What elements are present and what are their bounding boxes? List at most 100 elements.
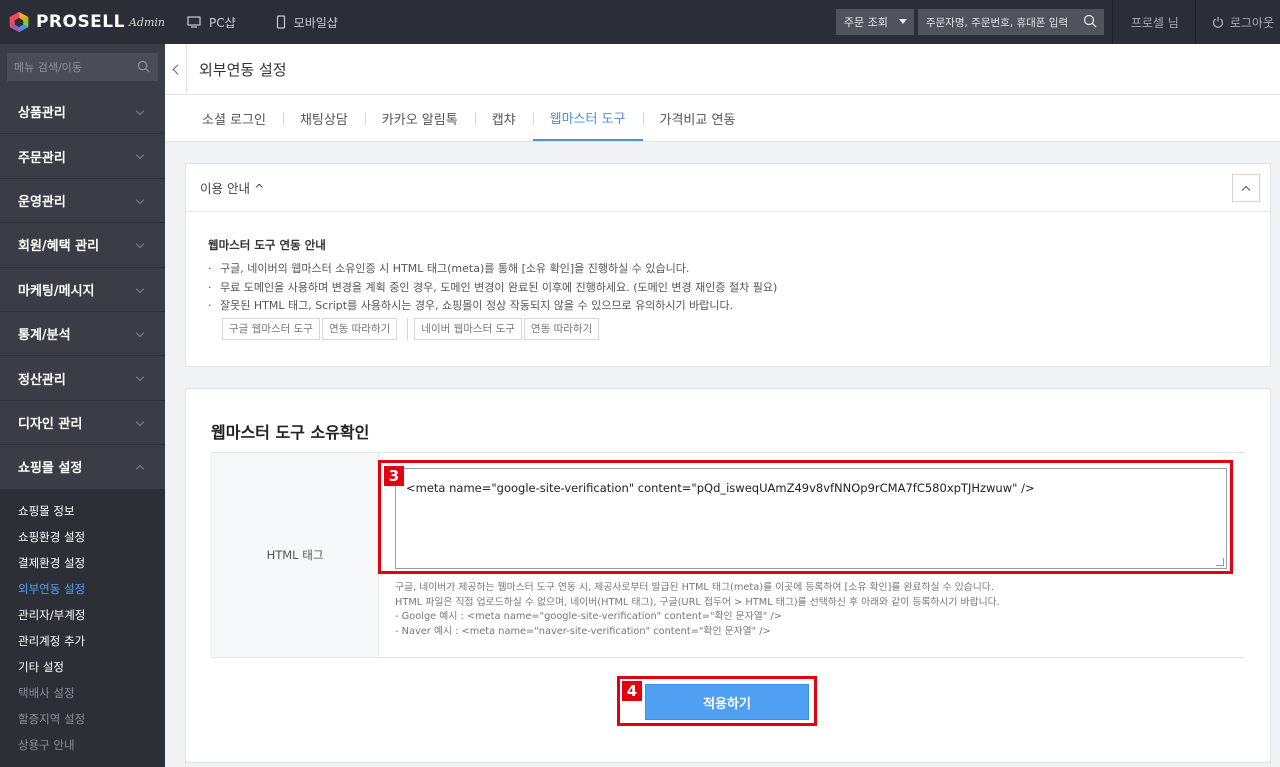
help-line: 구글, 네이버가 제공하는 웹마스터 도구 연동 시, 제공사로부터 발급된 H… bbox=[395, 582, 994, 593]
sidebar-item-products[interactable]: 상품관리 bbox=[0, 90, 165, 135]
sidebar-item-label: 마케팅/메시지 bbox=[18, 283, 95, 299]
guide-title: 웹마스터 도구 연동 안내 bbox=[208, 238, 326, 252]
logo[interactable]: PROSELL Admin bbox=[0, 0, 165, 44]
sidebar-item-label: 운영관리 bbox=[18, 194, 66, 210]
sub-menu: 쇼핑몰 정보 쇼핑환경 설정 결제환경 설정 외부연동 설정 관리자/부계정 관… bbox=[0, 489, 165, 767]
tab-webmaster[interactable]: 웹마스터 도구 bbox=[532, 95, 643, 141]
main-content: 외부연동 설정 소셜 로그인 채팅상담 카카오 알림톡 캡챠 웹마스터 도구 가… bbox=[165, 43, 1280, 767]
search-icon[interactable] bbox=[137, 60, 150, 73]
help-line: - Goolge 예시 : <meta name="google-site-ve… bbox=[395, 611, 782, 622]
sub-item-shop-info[interactable]: 쇼핑몰 정보 bbox=[0, 498, 165, 524]
guide-header-label: 이용 안내 ^ bbox=[200, 181, 265, 196]
guide-body: 웹마스터 도구 연동 안내 구글, 네이버의 웹마스터 소유인증 시 HTML … bbox=[186, 212, 1270, 340]
sidebar: 메뉴 검색/이동 상품관리 주문관리 운영관리 회원/혜택 관리 마케팅/메시지… bbox=[0, 44, 165, 767]
sidebar-item-label: 디자인 관리 bbox=[18, 416, 83, 432]
brand-sub: Admin bbox=[128, 15, 165, 29]
sidebar-item-label: 회원/혜택 관리 bbox=[18, 239, 100, 255]
naver-webmaster-button[interactable]: 네이버 웹마스터 도구 bbox=[414, 317, 522, 340]
guide-header[interactable]: 이용 안내 ^ bbox=[186, 164, 1270, 212]
guide-line: 잘못된 HTML 태그, Script를 사용하시는 경우, 쇼핑몰이 정상 작… bbox=[208, 297, 1270, 316]
top-nav: PC샵 모바일샵 bbox=[165, 0, 356, 44]
monitor-icon bbox=[187, 16, 201, 28]
search-icon[interactable] bbox=[1083, 14, 1097, 28]
order-lookup-select[interactable]: 주문 조회 bbox=[835, 9, 914, 35]
sidebar-item-orders[interactable]: 주문관리 bbox=[0, 134, 165, 179]
divider bbox=[407, 317, 409, 340]
guide-line: 무료 도메인을 사용하며 변경을 계획 중인 경우, 도메인 변경이 완료된 이… bbox=[208, 279, 1270, 298]
menu-search-input[interactable]: 메뉴 검색/이동 bbox=[7, 53, 158, 81]
chevron-down-icon bbox=[135, 106, 145, 116]
sub-item-misc[interactable]: 기타 설정 bbox=[0, 654, 165, 680]
mobile-icon bbox=[276, 15, 285, 29]
pc-shop-link[interactable]: PC샵 bbox=[187, 14, 236, 31]
sub-item-add-admin[interactable]: 관리계정 추가 bbox=[0, 628, 165, 654]
annotation-box-step-3 bbox=[378, 460, 1233, 574]
sub-item-admin-accounts[interactable]: 관리자/부계정 bbox=[0, 602, 165, 628]
sidebar-item-members[interactable]: 회원/혜택 관리 bbox=[0, 223, 165, 268]
brand-name: PROSELL bbox=[35, 12, 125, 32]
mobile-shop-link[interactable]: 모바일샵 bbox=[276, 14, 338, 31]
sidebar-item-label: 정산관리 bbox=[18, 372, 66, 388]
annotation-step-4: 4 bbox=[622, 681, 642, 701]
sidebar-item-label: 주문관리 bbox=[18, 150, 66, 166]
sidebar-item-label: 쇼핑몰 설정 bbox=[18, 461, 83, 477]
page-title: 외부연동 설정 bbox=[199, 60, 287, 79]
google-tutorial-button[interactable]: 연동 따라하기 bbox=[321, 317, 398, 340]
order-search-input[interactable]: 주문자명, 주문번호, 휴대폰 입력 bbox=[917, 9, 1104, 35]
section-title: 웹마스터 도구 소유확인 bbox=[211, 423, 370, 442]
chevron-left-icon bbox=[172, 64, 182, 74]
chevron-down-icon bbox=[135, 328, 145, 338]
guide-line: 구글, 네이버의 웹마스터 소유인증 시 HTML 태그(meta)를 통해 [… bbox=[208, 260, 1270, 279]
sub-item-phrases[interactable]: 상용구 안내 bbox=[0, 732, 165, 758]
guide-buttons: 구글 웹마스터 도구 연동 따라하기 네이버 웹마스터 도구 연동 따라하기 bbox=[222, 317, 1270, 340]
usage-guide-panel: 이용 안내 ^ 웹마스터 도구 연동 안내 구글, 네이버의 웹마스터 소유인증… bbox=[185, 163, 1271, 367]
chevron-down-icon bbox=[135, 417, 145, 426]
sub-item-external-integration[interactable]: 외부연동 설정 bbox=[0, 576, 165, 602]
chevron-down-icon bbox=[135, 151, 145, 160]
help-line: HTML 파일은 직접 업로드하실 수 없으며, 네이버(HTML 태그), 구… bbox=[395, 596, 1000, 608]
sub-item-courier[interactable]: 택배사 설정 bbox=[0, 680, 165, 706]
logout-label: 로그아웃 bbox=[1229, 15, 1274, 30]
chevron-down-icon bbox=[135, 239, 145, 249]
user-name[interactable]: 프로셀 님 bbox=[1113, 14, 1195, 31]
sidebar-item-settlement[interactable]: 정산관리 bbox=[0, 356, 165, 401]
top-right: 주문 조회 주문자명, 주문번호, 휴대폰 입력 프로셀 님 로그아웃 bbox=[835, 0, 1280, 44]
chevron-up-icon bbox=[1241, 185, 1251, 194]
order-select-value: 주문 조회 bbox=[843, 16, 888, 29]
sidebar-item-statistics[interactable]: 통계/분석 bbox=[0, 312, 165, 357]
collapse-guide-button[interactable] bbox=[1232, 174, 1260, 202]
pc-shop-label: PC샵 bbox=[209, 15, 236, 30]
logout-button[interactable]: 로그아웃 bbox=[1196, 14, 1280, 31]
naver-tutorial-button[interactable]: 연동 따라하기 bbox=[523, 317, 600, 340]
power-icon bbox=[1212, 16, 1223, 28]
tab-chat[interactable]: 채팅상담 bbox=[282, 95, 365, 141]
tab-captcha[interactable]: 캡챠 bbox=[474, 95, 533, 141]
sub-item-surcharge[interactable]: 할증지역 설정 bbox=[0, 706, 165, 732]
help-line: - Naver 예시 : <meta name="naver-site-veri… bbox=[395, 625, 771, 637]
top-bar: PROSELL Admin PC샵 모바일샵 주문 조회 주문자명, 주문번호,… bbox=[0, 0, 1280, 44]
sidebar-item-marketing[interactable]: 마케팅/메시지 bbox=[0, 268, 165, 312]
tab-kakao[interactable]: 카카오 알림톡 bbox=[364, 95, 475, 141]
sidebar-item-label: 상품관리 bbox=[18, 106, 66, 122]
collapse-sidebar-button[interactable] bbox=[165, 43, 187, 95]
annotation-step-3: 3 bbox=[384, 466, 404, 486]
tab-price-compare[interactable]: 가격비교 연동 bbox=[642, 95, 753, 141]
tab-bar: 소셜 로그인 채팅상담 카카오 알림톡 캡챠 웹마스터 도구 가격비교 연동 bbox=[165, 95, 1280, 142]
google-webmaster-button[interactable]: 구글 웹마스터 도구 bbox=[222, 317, 320, 340]
menu-search-placeholder: 메뉴 검색/이동 bbox=[14, 61, 82, 74]
tab-social-login[interactable]: 소셜 로그인 bbox=[187, 95, 283, 141]
annotation-box-step-4 bbox=[617, 676, 817, 726]
sidebar-item-design[interactable]: 디자인 관리 bbox=[0, 401, 165, 446]
mobile-shop-label: 모바일샵 bbox=[293, 15, 338, 30]
side-menu: 상품관리 주문관리 운영관리 회원/혜택 관리 마케팅/메시지 통계/분석 정산… bbox=[0, 90, 165, 767]
chevron-down-icon bbox=[135, 195, 145, 205]
help-text: 구글, 네이버가 제공하는 웹마스터 도구 연동 시, 제공사로부터 발급된 H… bbox=[395, 581, 1000, 639]
prosell-logo-icon bbox=[9, 11, 29, 33]
title-bar: 외부연동 설정 bbox=[165, 43, 1280, 95]
sidebar-item-label: 통계/분석 bbox=[18, 328, 71, 344]
sidebar-item-shop-settings[interactable]: 쇼핑몰 설정 bbox=[0, 445, 165, 490]
sub-item-shop-env[interactable]: 쇼핑환경 설정 bbox=[0, 524, 165, 550]
chevron-up-icon bbox=[135, 464, 145, 474]
sub-item-payment-env[interactable]: 결제환경 설정 bbox=[0, 550, 165, 576]
sidebar-item-operations[interactable]: 운영관리 bbox=[0, 179, 165, 224]
